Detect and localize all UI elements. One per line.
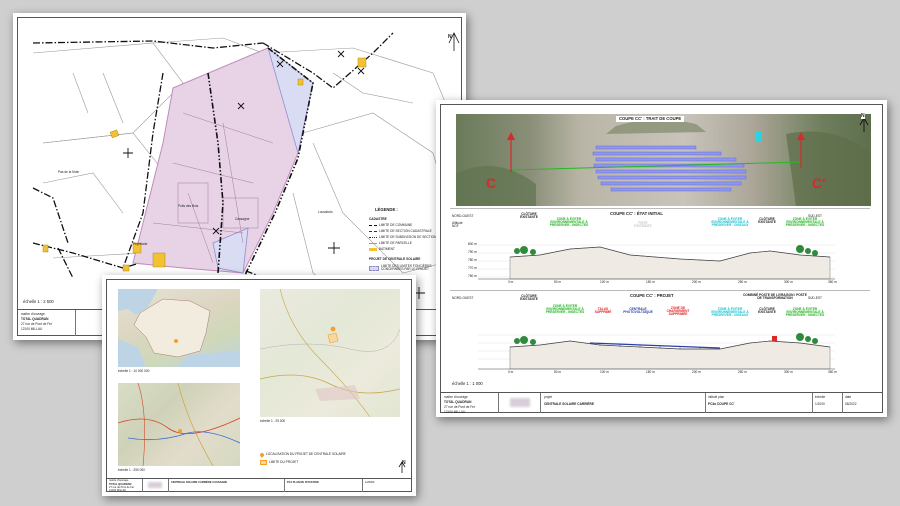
section-line bbox=[510, 161, 802, 171]
place-label: Cassagne bbox=[235, 217, 250, 221]
subdivision-line-swatch bbox=[369, 237, 377, 239]
place-label: Peyrelade bbox=[133, 242, 148, 246]
aerial-photo: COUPE CC' : TRAIT DE COUPE C C' bbox=[456, 114, 871, 206]
local-map bbox=[260, 289, 400, 417]
terrain-profile bbox=[478, 333, 835, 370]
location-pin-icon bbox=[259, 452, 265, 458]
profile-project: COUPE CC' : PROJET NORD-OUEST SUD-EST CL… bbox=[450, 290, 870, 381]
marker-c: C bbox=[486, 175, 497, 191]
legend-item: LIMITE DE COMMUNE bbox=[369, 223, 412, 227]
local-roads bbox=[260, 289, 400, 417]
scale-label: échelle 1 : 1 000 bbox=[452, 381, 483, 386]
legend-heading: PROJET DE CENTRALE SOLAIRE bbox=[369, 257, 421, 261]
project-limit-swatch bbox=[260, 460, 267, 465]
region-roads bbox=[118, 383, 240, 466]
cross-section-sheet[interactable]: COUPE CC' : TRAIT DE COUPE C C' N COUPE … bbox=[436, 100, 887, 417]
commune-line-swatch bbox=[369, 225, 377, 227]
title-block: maître d'ouvrage TOTAL QUADRAN 27 rue de… bbox=[440, 392, 883, 414]
legend-item: LIMITE DE SECTION CADASTRALE bbox=[369, 229, 432, 233]
profile-initial: COUPE CC' : ÉTAT INITIAL NORD-OUEST SUD-… bbox=[450, 208, 870, 289]
legend-item: LIMITE DE PARCELLE bbox=[369, 241, 412, 245]
building-swatch bbox=[369, 248, 377, 252]
redacted-logo bbox=[510, 398, 530, 407]
terrain-profile bbox=[478, 244, 835, 280]
pv-panel-rows bbox=[592, 145, 747, 192]
legend-heading: CADASTRE bbox=[369, 217, 387, 221]
north-letter: N bbox=[448, 34, 452, 40]
france-map bbox=[118, 289, 240, 367]
redacted-logo bbox=[148, 482, 162, 488]
location-plan-sheet[interactable]: échelle 1 : 10 000 000 échelle 1 : 250 0… bbox=[102, 275, 416, 496]
place-label: Puits des Bois bbox=[178, 204, 199, 208]
project-swatch bbox=[369, 265, 379, 271]
france-outline bbox=[118, 289, 240, 367]
title-block: maître d'ouvrage TOTAL QUADRAN 27 rue de… bbox=[106, 478, 412, 492]
scale-label: échelle 1 : 25 000 bbox=[260, 419, 286, 423]
scale-label: échelle 1 : 250 000 bbox=[118, 468, 145, 472]
place-label: Lousabois bbox=[318, 210, 333, 214]
parcel-line-swatch bbox=[369, 243, 377, 245]
aerial-photo-overlay bbox=[456, 119, 871, 206]
scale-label: échelle 1 : 2 500 bbox=[23, 299, 54, 304]
scale-label: échelle 1 : 10 000 000 bbox=[118, 369, 150, 373]
photo-title: COUPE CC' : TRAIT DE COUPE bbox=[616, 116, 685, 123]
legend-item: LIMITE DES LIMITES FONCIÈRES CONCERNÉES … bbox=[369, 264, 445, 271]
north-arrow bbox=[859, 117, 869, 132]
region-map bbox=[118, 383, 240, 466]
section-line-swatch bbox=[369, 231, 377, 233]
north-letter: N bbox=[402, 460, 406, 466]
legend-title: LÉGENDE : bbox=[375, 207, 398, 212]
legend-item: LIMITE DE SUBDIVISION DE SECTION bbox=[369, 235, 436, 239]
north-letter: N bbox=[861, 113, 865, 119]
place-label: Pas de la Mule bbox=[58, 170, 80, 174]
location-legend: LOCALISATION DU PROJET DE CENTRALE SOLAI… bbox=[259, 452, 380, 467]
marker-c-prime: C' bbox=[812, 175, 826, 191]
legend-item: BATIMENT bbox=[369, 247, 395, 252]
